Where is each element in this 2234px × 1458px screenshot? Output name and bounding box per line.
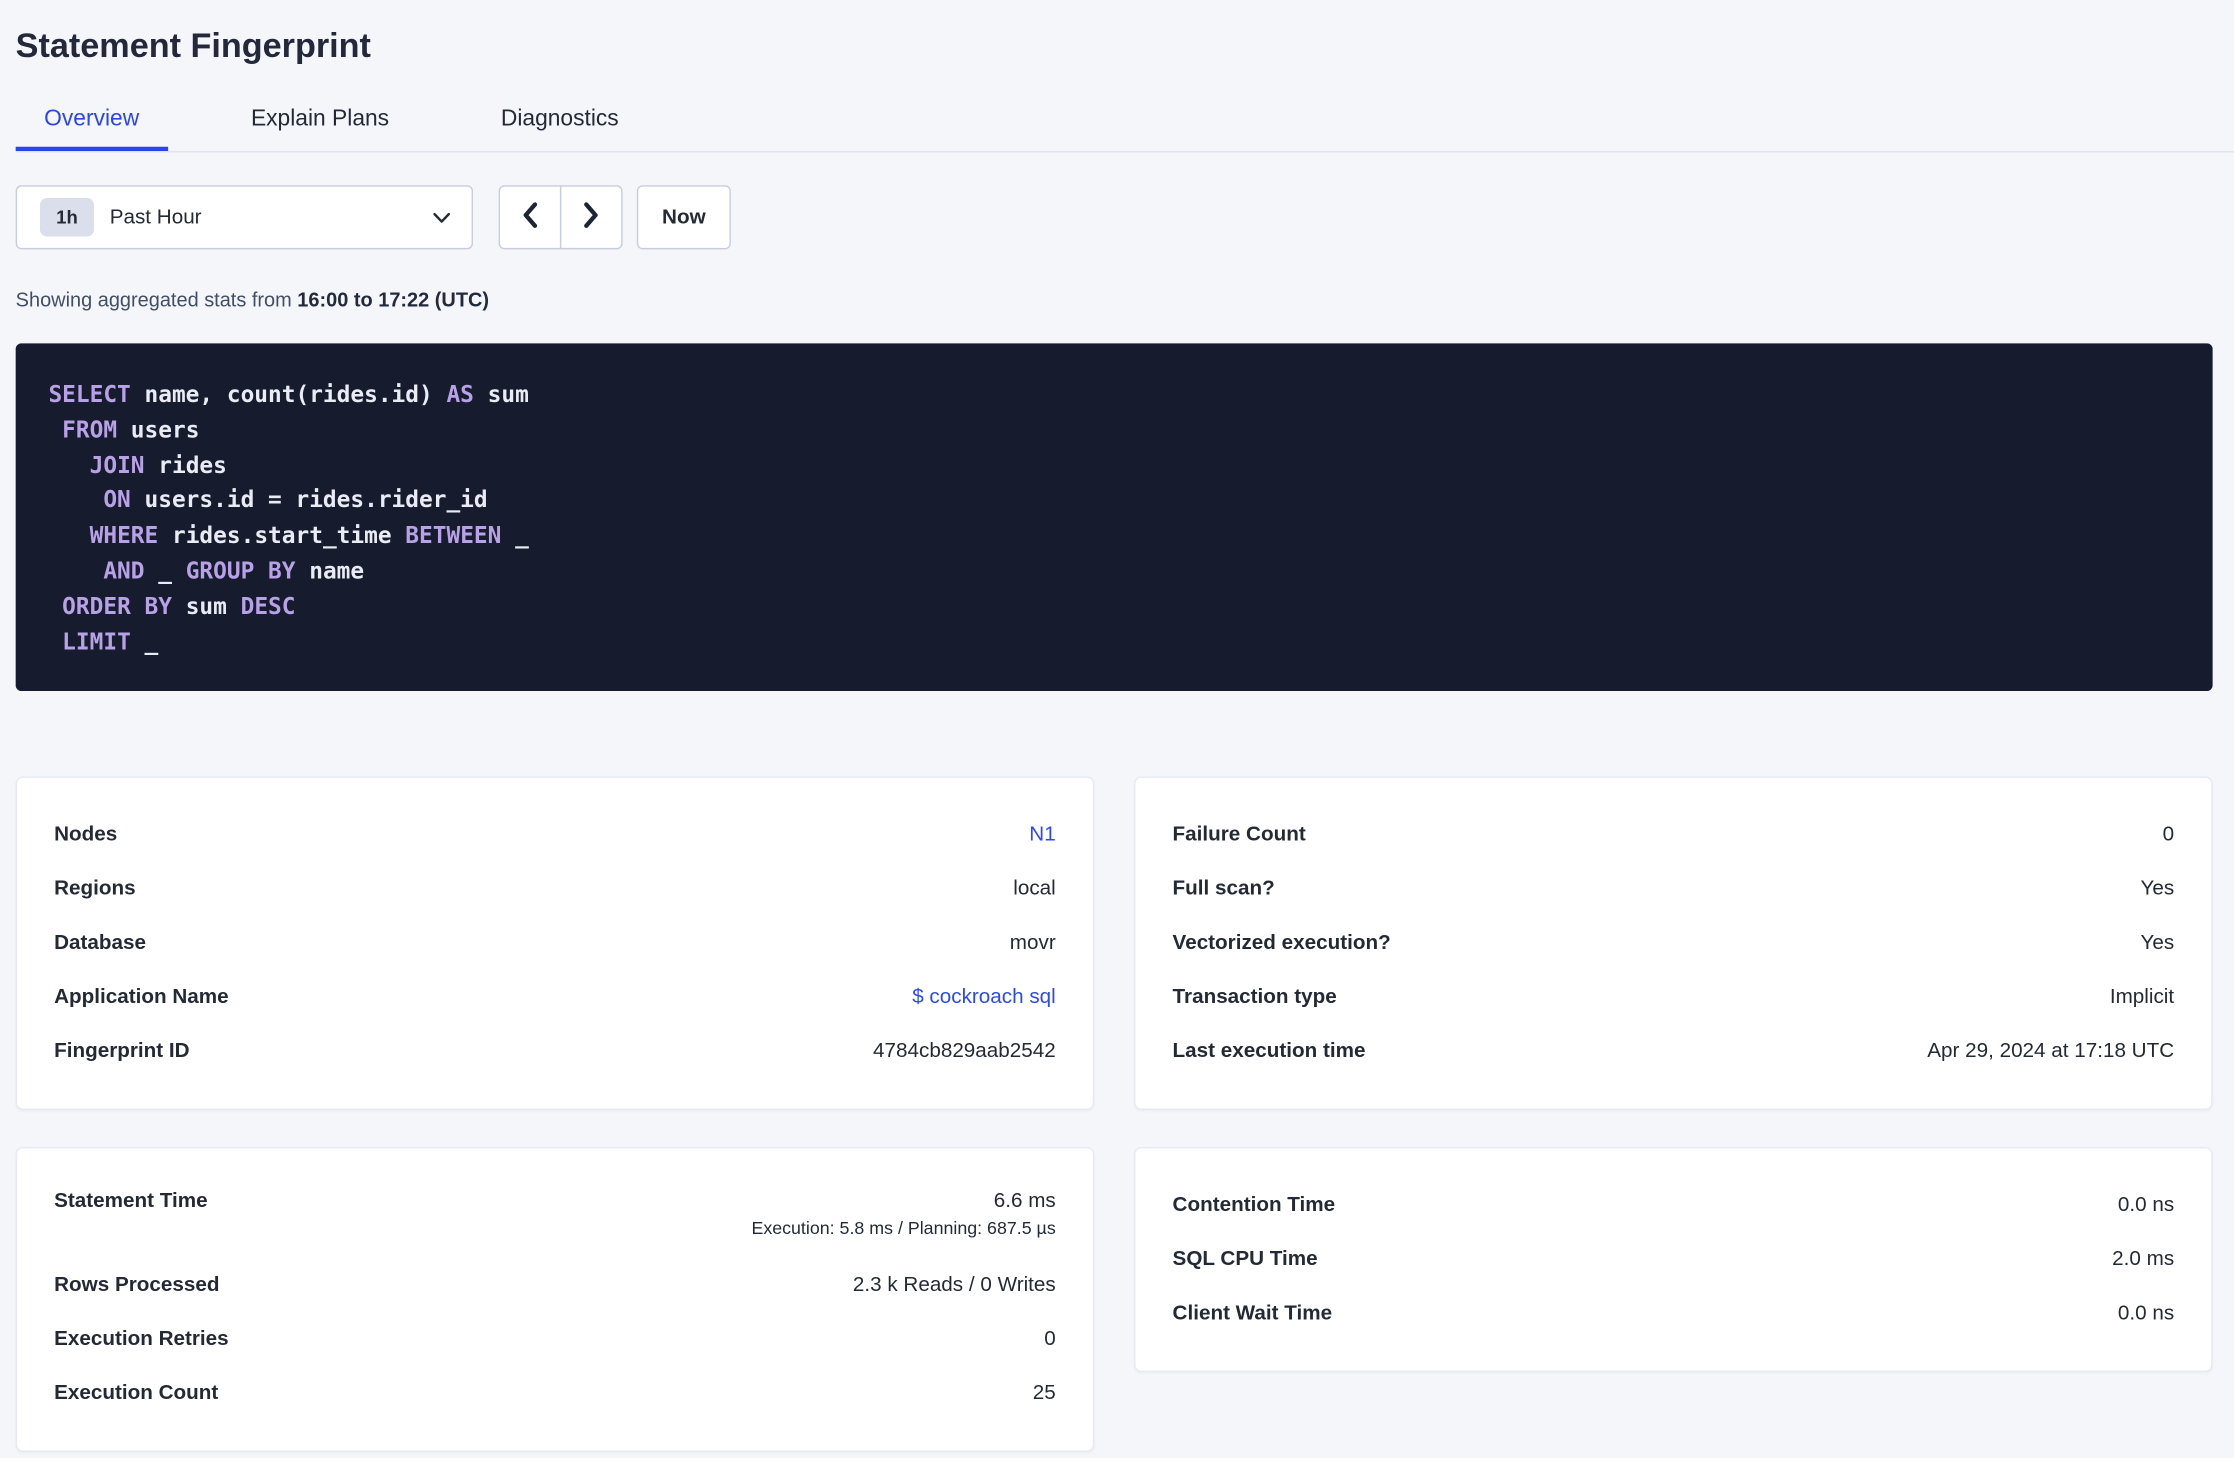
stat-label: Statement Time [54,1190,208,1213]
stat-row: Application Name $ cockroach sql [54,971,1056,1025]
time-range-label: Past Hour [109,205,202,229]
stat-label: Database [54,932,147,956]
last-execution-time-value: Apr 29, 2024 at 17:18 UTC [1927,1040,2175,1064]
stat-value: movr [1009,932,1056,956]
stat-label: SQL CPU Time [1172,1248,1318,1272]
aggregation-note: Showing aggregated stats from 16:00 to 1… [16,285,2213,313]
stat-value: 2.3 k Reads / 0 Writes [852,1274,1056,1298]
stat-label: Last execution time [1172,1040,1366,1064]
stat-row: Failure Count 0 [1173,808,2175,862]
stat-value: Implicit [2109,986,2175,1010]
stat-row: Regions local [54,863,1056,917]
stat-value: Yes [2140,932,2175,956]
stat-label: Contention Time [1172,1194,1336,1218]
chevron-left-icon [520,201,540,234]
stat-row: Nodes N1 [54,808,1056,862]
stat-label: Client Wait Time [1172,1302,1333,1326]
tab-bar: Overview Explain Plans Diagnostics [15,105,2234,153]
statement-fingerprint-page: Statement Fingerprint Overview Explain P… [0,0,2234,1458]
stat-label: Rows Processed [54,1274,220,1298]
tab-overview[interactable]: Overview [15,105,168,152]
sql-line: AND _ GROUP BY name [103,557,365,585]
stat-row: Last execution time Apr 29, 2024 at 17:1… [1173,1025,2175,1079]
statement-time-breakdown: Execution: 5.8 ms / Planning: 687.5 µs [751,1218,1056,1239]
statement-details-card: Nodes N1 Regions local Database movr App… [15,777,1095,1111]
stat-value: 0 [2162,824,2175,847]
stat-value: 0.0 ns [2117,1302,2175,1326]
stat-label: Regions [54,878,136,901]
stat-row: Rows Processed 2.3 k Reads / 0 Writes [54,1259,1056,1313]
time-prev-button[interactable] [498,185,562,250]
execution-stats-card: Statement Time 6.6 ms Execution: 5.8 ms … [15,1147,1095,1453]
stat-value: 0 [1044,1328,1056,1352]
stat-label: Full scan? [1172,878,1275,901]
sql-line: LIMIT _ [62,627,159,655]
aggregation-note-range: 16:00 to 17:22 (UTC) [297,287,490,311]
sql-line: ORDER BY sum DESC [62,592,296,620]
stat-value: Yes [2140,878,2175,901]
time-range-dropdown[interactable]: 1h Past Hour [15,185,474,250]
stat-row: Fingerprint ID 4784cb829aab2542 [54,1025,1056,1079]
node-link[interactable]: N1 [1029,824,1055,847]
stat-label: Transaction type [1172,986,1337,1010]
stat-row: Full scan? Yes [1173,863,2175,917]
stat-row: Client Wait Time 0.0 ns [1173,1287,2175,1341]
stat-value: 25 [1032,1382,1056,1406]
sql-line: WHERE rides.start_time BETWEEN _ [89,521,529,549]
statement-time-value: 6.6 ms [993,1190,1056,1213]
stat-label: Nodes [54,824,118,847]
sql-line: SELECT name, count(rides.id) AS sum [48,380,529,408]
chevron-down-icon [433,212,451,223]
sql-line: FROM users [62,415,200,443]
sql-statement-box: SELECT name, count(rides.id) AS sum FROM… [15,343,2213,692]
stat-label: Execution Retries [54,1328,229,1352]
stat-value: 2.0 ms [2112,1248,2175,1272]
stat-row: Contention Time 0.0 ns [1173,1179,2175,1233]
stat-label: Application Name [54,986,229,1010]
stats-cards-grid: Nodes N1 Regions local Database movr App… [15,777,2213,1453]
stat-label: Failure Count [1172,824,1306,847]
stat-row: Database movr [54,917,1056,971]
aggregation-note-prefix: Showing aggregated stats from [15,287,298,311]
sql-line: JOIN rides [89,451,227,479]
stat-label: Vectorized execution? [1172,932,1391,956]
now-button[interactable]: Now [636,185,731,250]
sql-line: ON users.id = rides.rider_id [103,486,488,514]
stat-value: local [1013,878,1056,901]
fingerprint-id-value: 4784cb829aab2542 [873,1040,1056,1064]
stat-value: 0.0 ns [2117,1194,2175,1218]
stat-row: Transaction type Implicit [1173,971,2175,1025]
time-controls: 1h Past Hour Now [15,185,2213,250]
stat-label: Fingerprint ID [54,1040,190,1064]
execution-attributes-card: Failure Count 0 Full scan? Yes Vectorize… [1134,777,2213,1111]
page-title: Statement Fingerprint [15,27,371,66]
stat-row-statement-time: Statement Time 6.6 ms Execution: 5.8 ms … [54,1179,1056,1259]
time-step-buttons [498,185,623,250]
tab-explain-plans[interactable]: Explain Plans [222,105,417,151]
app-name-link[interactable]: $ cockroach sql [912,986,1056,1009]
time-range-badge: 1h [39,198,95,237]
tab-diagnostics[interactable]: Diagnostics [472,105,647,151]
chevron-right-icon [581,201,601,234]
statement-time-values: 6.6 ms Execution: 5.8 ms / Planning: 687… [751,1190,1055,1241]
stat-row: Execution Count 25 [54,1367,1056,1421]
wait-times-card: Contention Time 0.0 ns SQL CPU Time 2.0 … [1134,1147,2213,1373]
stat-label: Execution Count [54,1382,219,1406]
time-next-button[interactable] [559,185,623,250]
stat-row: Vectorized execution? Yes [1173,917,2175,971]
stat-row: SQL CPU Time 2.0 ms [1173,1233,2175,1287]
stat-row: Execution Retries 0 [54,1313,1056,1367]
